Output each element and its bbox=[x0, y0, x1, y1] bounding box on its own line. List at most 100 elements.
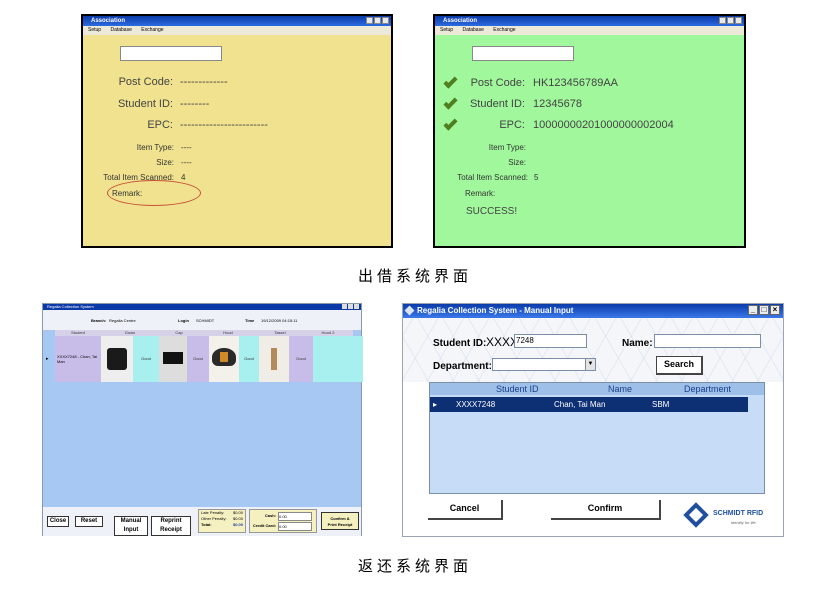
bottom-toolbar: Close Reset Manual Input Reprint Receipt… bbox=[43, 507, 361, 536]
credit-card-input[interactable]: 0.00 bbox=[278, 522, 312, 531]
window-title: Association bbox=[443, 18, 478, 24]
menu-database[interactable]: Database bbox=[110, 27, 131, 33]
window-titlebar: Association bbox=[435, 16, 744, 26]
hood-image bbox=[209, 336, 239, 382]
column-header-department: Department bbox=[684, 384, 732, 394]
minimize-button[interactable] bbox=[366, 17, 373, 24]
student-id-input[interactable]: 7248 bbox=[514, 334, 587, 348]
row-student-id: XXXX7248 bbox=[456, 400, 496, 409]
window-title: Regalia Collection System - Manual Input bbox=[417, 306, 574, 315]
department-label: Department: bbox=[433, 361, 492, 372]
menu-exchange[interactable]: Exchange bbox=[493, 27, 515, 33]
regalia-collection-window: Regalia Collection System Branch: Regali… bbox=[42, 303, 363, 536]
confirm-print-button[interactable]: Confirm & Print Receipt bbox=[321, 512, 359, 530]
row-name: Chan, Tai Man bbox=[554, 400, 606, 409]
close-button[interactable] bbox=[735, 17, 742, 24]
penalty-panel: Late Penalty: $0.00 Other Penalty: $0.00 T… bbox=[198, 509, 246, 533]
payment-panel: Cash: 0.00 Credit Card: 0.00 bbox=[249, 509, 317, 533]
post-code-value: HK123456789AA bbox=[533, 77, 619, 89]
row-selector-arrow[interactable]: ▸ bbox=[46, 356, 49, 362]
chevron-down-icon[interactable]: ▼ bbox=[585, 359, 595, 370]
gown-status: Good bbox=[133, 336, 159, 382]
column-header-student-id: Student ID bbox=[496, 384, 539, 394]
student-id-label: Student ID: bbox=[433, 338, 487, 349]
size-label: Size: bbox=[508, 158, 526, 167]
close-button[interactable] bbox=[382, 17, 389, 24]
gown-image bbox=[101, 336, 133, 382]
name-input[interactable] bbox=[654, 334, 761, 348]
column-header-name: Name bbox=[608, 384, 633, 394]
results-grid: Student ID Name Department ▸ XXXX7248 Ch… bbox=[429, 382, 765, 494]
reprint-receipt-button[interactable]: Reprint Receipt bbox=[151, 516, 191, 536]
time-label: Time bbox=[245, 318, 255, 323]
window-title: Regalia Collection System bbox=[47, 304, 94, 309]
epc-label: EPC: bbox=[499, 119, 525, 131]
total-scanned-value: 4 bbox=[181, 173, 186, 182]
maximize-button[interactable] bbox=[348, 304, 353, 309]
epc-value: 10000000201000000002004 bbox=[533, 119, 674, 131]
student-id-label: Student ID: bbox=[117, 98, 173, 110]
minimize-button[interactable] bbox=[342, 304, 347, 309]
scan-input[interactable] bbox=[472, 46, 574, 61]
login-value: SCHMIDT bbox=[196, 318, 215, 323]
search-button[interactable]: Search bbox=[656, 356, 703, 375]
maximize-button[interactable]: □ bbox=[759, 305, 769, 315]
menu-exchange[interactable]: Exchange bbox=[141, 27, 163, 33]
student-id-value: 12345678 bbox=[533, 98, 582, 110]
student-id-name: XXXX7248 - Chan, Tai Man bbox=[57, 354, 97, 364]
branch-label: Branch: bbox=[91, 318, 107, 323]
menu-setup[interactable]: Setup bbox=[88, 27, 101, 33]
close-button[interactable]: × bbox=[770, 305, 780, 315]
manual-input-window: Regalia Collection System - Manual Input… bbox=[402, 303, 784, 537]
total-label: Total: bbox=[201, 522, 212, 527]
login-label: Login bbox=[178, 318, 189, 323]
maximize-button[interactable] bbox=[374, 17, 381, 24]
logo-text: SCHMIDT RFID bbox=[713, 510, 764, 517]
item-type-value: ---- bbox=[181, 143, 192, 152]
size-label: Size: bbox=[156, 158, 174, 167]
post-code-label: Post Code: bbox=[470, 77, 525, 89]
table-row[interactable]: XXXX7248 - Chan, Tai Man Good Good Good … bbox=[55, 336, 363, 382]
menu-setup[interactable]: Setup bbox=[440, 27, 453, 33]
remark-highlight-circle bbox=[107, 180, 201, 206]
table-row[interactable]: ▸ XXXX7248 Chan, Tai Man SBM bbox=[430, 397, 748, 412]
size-value: ---- bbox=[181, 158, 192, 167]
menu-bar: Setup Database Exchange bbox=[83, 26, 391, 35]
epc-value: ------------------------ bbox=[180, 119, 268, 131]
manual-input-button[interactable]: Manual Input bbox=[114, 516, 148, 536]
info-header: Branch: Regalia Centre Login SCHMIDT Tim… bbox=[43, 310, 361, 330]
department-select[interactable]: ▼ bbox=[492, 358, 596, 371]
association-window-success: Association Setup Database Exchange Post… bbox=[433, 14, 746, 248]
item-type-label: Item Type: bbox=[488, 143, 526, 152]
branch-value: Regalia Centre bbox=[109, 318, 136, 323]
tassel-image bbox=[259, 336, 289, 382]
student-id-label: Student ID: bbox=[469, 98, 525, 110]
window-title: Association bbox=[91, 18, 126, 24]
caption-return-ui: 返还系统界面 bbox=[358, 557, 473, 575]
schmidt-rfid-logo: SCHMIDT RFID identity for life bbox=[683, 500, 778, 534]
maximize-button[interactable] bbox=[727, 17, 734, 24]
menu-database[interactable]: Database bbox=[462, 27, 483, 33]
scan-input[interactable] bbox=[120, 46, 222, 61]
close-button[interactable] bbox=[354, 304, 359, 309]
confirm-button[interactable]: Confirm bbox=[551, 500, 661, 520]
window-titlebar: Regalia Collection System - Manual Input… bbox=[403, 304, 783, 318]
form-background bbox=[403, 318, 783, 382]
logo-mark-icon bbox=[683, 502, 709, 528]
minimize-button[interactable]: _ bbox=[748, 305, 758, 315]
row-department: SBM bbox=[652, 400, 670, 409]
cash-input[interactable]: 0.00 bbox=[278, 512, 312, 521]
minimize-button[interactable] bbox=[719, 17, 726, 24]
close-app-button[interactable]: Close bbox=[47, 516, 69, 527]
total-scanned-label: Total Item Scanned: bbox=[457, 173, 528, 182]
reset-button[interactable]: Reset bbox=[75, 516, 103, 527]
cash-label: Cash: bbox=[264, 513, 276, 518]
menu-bar: Setup Database Exchange bbox=[435, 26, 744, 35]
grid-header: Student ID Name Department bbox=[430, 383, 764, 395]
name-label: Name: bbox=[622, 338, 653, 349]
total-scanned-value: 5 bbox=[534, 173, 539, 182]
association-window-empty: Association Setup Database Exchange Post… bbox=[81, 14, 393, 248]
student-cell: XXXX7248 - Chan, Tai Man bbox=[55, 336, 101, 382]
window-app-icon bbox=[404, 305, 415, 316]
cancel-button[interactable]: Cancel bbox=[428, 500, 503, 520]
